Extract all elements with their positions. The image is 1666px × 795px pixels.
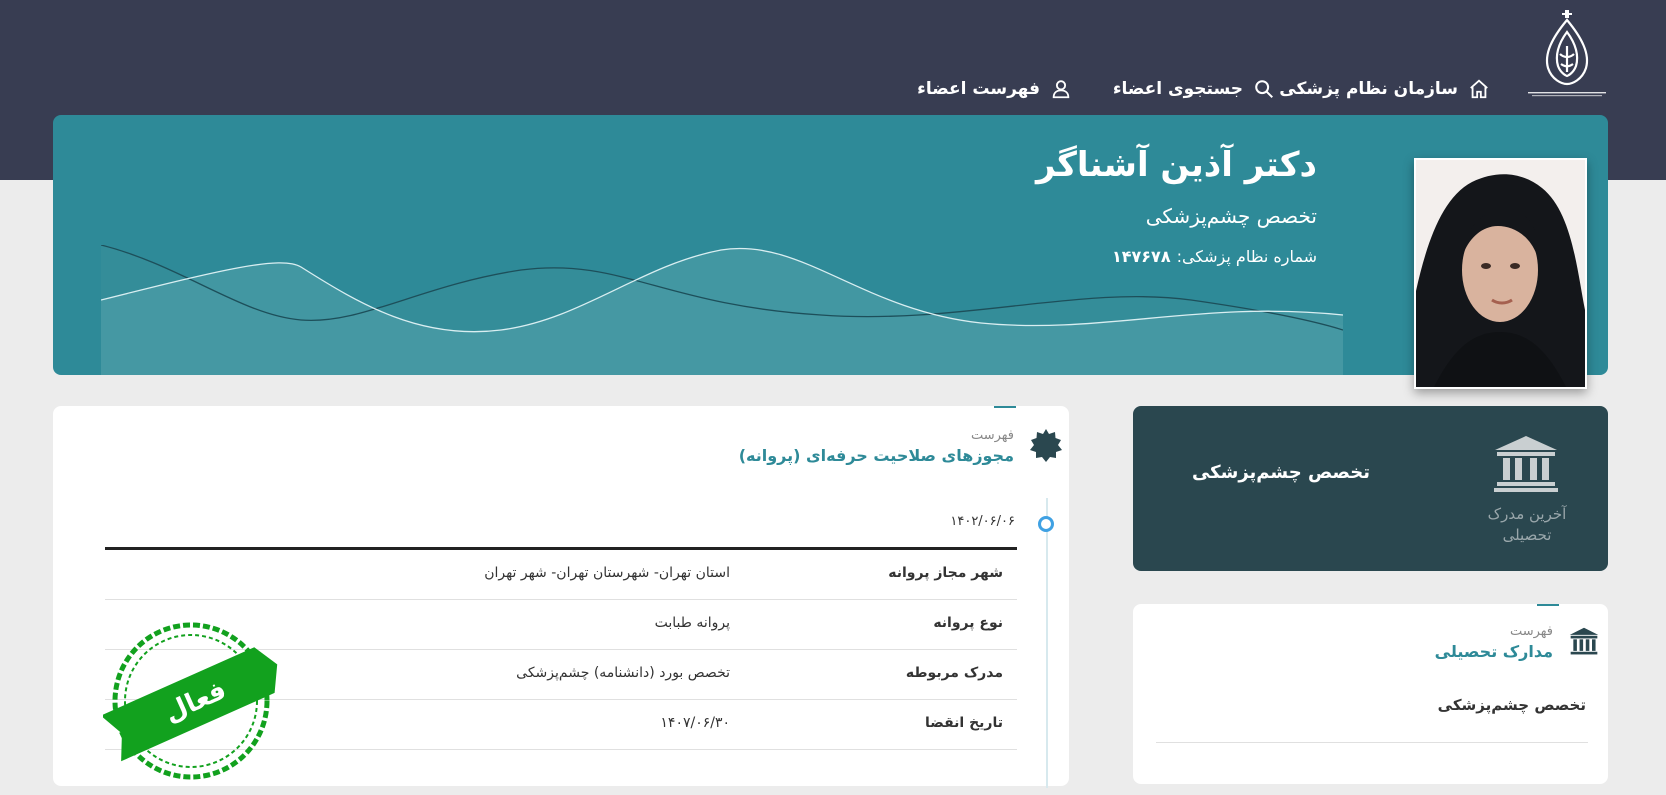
row-label: شهر مجاز پروانه (888, 565, 1003, 581)
home-icon (1468, 78, 1490, 100)
medical-code: شماره نظام پزشکی: ۱۴۷۶۷۸ (1112, 247, 1317, 266)
latest-degree-caption: آخرین مدرک تحصیلی (1487, 505, 1567, 544)
card-subtitle: فهرست (970, 428, 1014, 443)
badge-icon (1028, 428, 1064, 464)
divider (1156, 742, 1588, 743)
latest-degree-value: تخصص چشم‌پزشکی (1191, 462, 1370, 483)
active-status-stamp: فعال (100, 606, 288, 791)
medical-code-value: ۱۴۷۶۷۸ (1111, 247, 1171, 266)
card-subtitle: فهرست (1509, 624, 1553, 639)
row-label: نوع پروانه (933, 615, 1003, 631)
nav-item-search-members[interactable]: جستجوی اعضاء (1113, 74, 1275, 104)
institution-icon (1493, 434, 1559, 492)
user-icon (1050, 78, 1072, 100)
card-accent (1537, 604, 1559, 606)
card-title: مدارک تحصیلی (1434, 642, 1553, 661)
medical-council-emblem-icon[interactable] (1522, 6, 1612, 102)
nav-item-label: سازمان نظام پزشکی (1279, 79, 1458, 99)
medical-code-label: شماره نظام پزشکی: (1176, 247, 1317, 266)
main-nav: سازمان نظام پزشکی جستجوی اعضاء فهرست اعض… (900, 74, 1490, 104)
profile-banner: دکتر آذین آشناگر تخصص چشم‌پزشکی شماره نظ… (53, 115, 1608, 375)
timeline-dot (1038, 516, 1054, 532)
nav-item-members-list[interactable]: فهرست اعضاء (917, 74, 1072, 104)
degrees-card: فهرست مدارک تحصیلی تخصص چشم‌پزشکی (1133, 604, 1608, 784)
search-icon (1253, 78, 1275, 100)
card-accent (994, 406, 1016, 408)
timeline-line (1046, 498, 1048, 788)
row-value: استان تهران- شهرستان تهران- شهر تهران (484, 565, 730, 581)
row-value: پروانه طبابت (654, 615, 730, 631)
nav-item-label: فهرست اعضاء (917, 79, 1040, 99)
row-label: تاریخ انقضا (925, 715, 1003, 731)
row-value: تخصص بورد (دانشنامه) چشم‌پزشکی (516, 665, 730, 681)
doctor-specialty: تخصص چشم‌پزشکی (1145, 204, 1317, 228)
doctor-name: دکتر آذین آشناگر (1035, 145, 1317, 185)
list-item: تخصص چشم‌پزشکی (1437, 696, 1586, 714)
card-title: مجوزهای صلاحیت حرفه‌ای (پروانه) (738, 446, 1014, 465)
latest-degree-card: آخرین مدرک تحصیلی تخصص چشم‌پزشکی (1133, 406, 1608, 571)
institution-icon (1564, 626, 1600, 662)
nav-item-medical-council[interactable]: سازمان نظام پزشکی (1279, 74, 1490, 104)
doctor-photo (1414, 158, 1587, 389)
emblem-caption (1528, 92, 1606, 97)
licenses-card: فهرست مجوزهای صلاحیت حرفه‌ای (پروانه) ۱۴… (53, 406, 1069, 788)
row-value: ۱۴۰۷/۰۶/۳۰ (660, 715, 730, 731)
nav-item-label: جستجوی اعضاء (1112, 79, 1243, 99)
license-date: ۱۴۰۲/۰۶/۰۶ (950, 514, 1015, 529)
row-label: مدرک مربوطه (905, 665, 1003, 681)
table-row: شهر مجاز پروانه استان تهران- شهرستان تهر… (105, 550, 1017, 600)
